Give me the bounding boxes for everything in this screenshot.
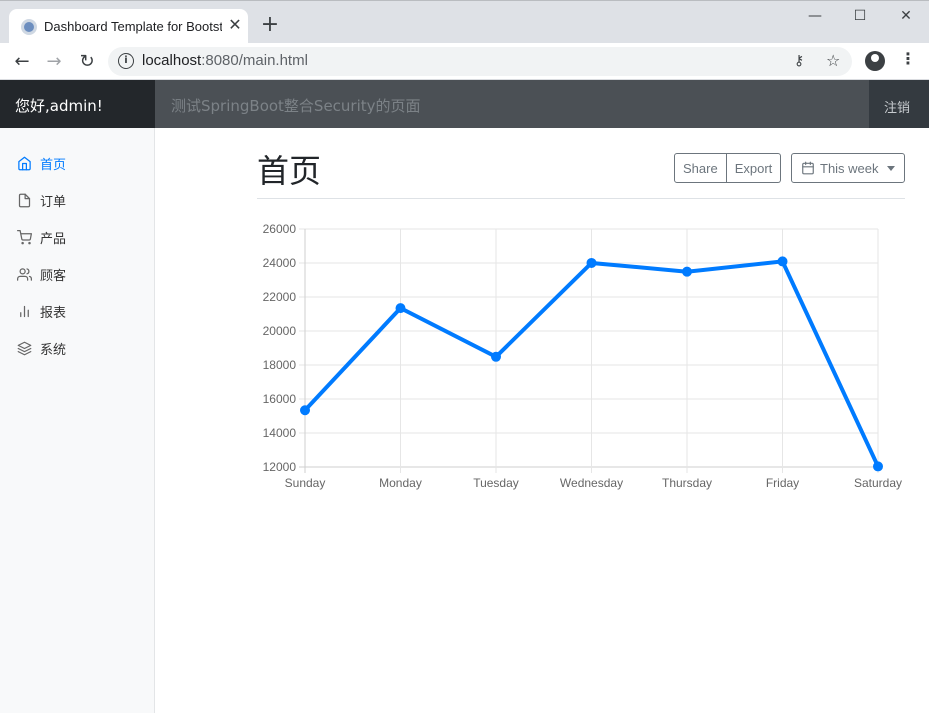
- data-point: [491, 351, 501, 362]
- sidebar-item-home[interactable]: 首页: [0, 145, 154, 182]
- x-tick-label: Wednesday: [560, 476, 623, 490]
- shopping-cart-icon: [17, 230, 32, 245]
- x-tick-label: Sunday: [285, 476, 326, 490]
- y-tick-label: 20000: [263, 324, 297, 338]
- app-navbar: 您好,admin! 测试SpringBoot整合Security的页面 注销: [0, 80, 929, 128]
- tab-title: Dashboard Template for Bootstrap: [44, 19, 222, 34]
- file-icon: [18, 193, 31, 208]
- reload-icon[interactable]: ↻: [75, 50, 99, 74]
- layers-icon: [17, 341, 32, 356]
- sidebar-item-label: 系统: [40, 343, 67, 358]
- sidebar-item-label: 首页: [40, 158, 67, 173]
- url-text[interactable]: localhost:8080/main.html: [142, 52, 308, 69]
- export-button[interactable]: Export: [726, 153, 782, 183]
- header-divider: [257, 198, 905, 199]
- signout-link[interactable]: 注销: [869, 80, 929, 128]
- line-chart: 12000 14000 16000 18000 20000 22000 24000 26000…: [263, 222, 902, 490]
- data-point: [873, 461, 883, 472]
- y-tick-label: 12000: [263, 460, 297, 474]
- url-path: :8080/main.html: [201, 52, 308, 69]
- sidebar-item-label: 产品: [40, 232, 67, 247]
- key-icon[interactable]: ⚷: [794, 53, 804, 69]
- x-tick-label: Saturday: [854, 476, 902, 490]
- sidebar-item-label: 顾客: [40, 269, 67, 284]
- this-week-label: This week: [820, 160, 879, 176]
- sidebar-item-orders[interactable]: 订单: [0, 182, 154, 219]
- x-tick-label: Monday: [379, 476, 422, 490]
- site-info-icon[interactable]: i: [118, 53, 134, 69]
- minimize-icon[interactable]: —: [805, 6, 825, 26]
- browser-tab[interactable]: Dashboard Template for Bootstrap ✕: [9, 9, 248, 44]
- chevron-down-icon: [886, 165, 895, 171]
- x-tick-label: Friday: [766, 476, 799, 490]
- bar-chart-icon: [20, 305, 29, 318]
- home-icon: [18, 156, 31, 171]
- star-icon[interactable]: ☆: [826, 51, 840, 70]
- new-tab-icon[interactable]: +: [258, 13, 282, 37]
- data-point: [777, 256, 788, 267]
- page-title: 首页: [257, 152, 322, 190]
- toolbar-button-group: Share Export: [674, 153, 782, 183]
- sidebar-item-customers[interactable]: 顾客: [0, 256, 154, 293]
- y-tick-label: 26000: [263, 222, 297, 236]
- sidebar: 首页 订单 产品 顾客 报表 系统: [0, 128, 155, 713]
- data-point: [395, 303, 406, 314]
- users-icon: [17, 268, 32, 281]
- sidebar-item-label: 订单: [40, 195, 67, 210]
- y-tick-label: 18000: [263, 358, 297, 372]
- this-week-dropdown[interactable]: This week: [791, 153, 905, 183]
- data-point: [300, 405, 310, 416]
- share-button[interactable]: Share: [674, 153, 727, 183]
- x-tick-label: Tuesday: [473, 476, 519, 490]
- maximize-icon[interactable]: ☐: [850, 6, 870, 26]
- browser-tabstrip: Dashboard Template for Bootstrap ✕ + — ☐…: [0, 0, 929, 44]
- search-input[interactable]: 测试SpringBoot整合Security的页面: [155, 80, 869, 128]
- browser-toolbar: ← → ↻ i localhost:8080/main.html ⚷ ☆ ⋮: [0, 43, 929, 80]
- data-point: [586, 257, 597, 268]
- y-tick-label: 16000: [263, 392, 297, 406]
- url-host: localhost: [142, 52, 202, 69]
- data-point: [682, 266, 692, 277]
- navbar-brand[interactable]: 您好,admin!: [0, 80, 155, 128]
- y-tick-label: 24000: [263, 256, 297, 270]
- favicon-icon: [21, 19, 37, 35]
- sidebar-item-label: 报表: [40, 306, 67, 321]
- x-tick-label: Thursday: [662, 476, 712, 490]
- address-bar[interactable]: i localhost:8080/main.html ⚷ ☆: [108, 47, 852, 76]
- close-window-icon[interactable]: ✕: [896, 6, 916, 26]
- close-tab-icon[interactable]: ✕: [225, 15, 245, 35]
- back-icon[interactable]: ←: [10, 50, 34, 74]
- menu-dots-icon[interactable]: ⋮: [900, 49, 916, 68]
- sidebar-item-reports[interactable]: 报表: [0, 293, 154, 330]
- y-tick-label: 22000: [263, 290, 297, 304]
- y-tick-label: 14000: [263, 426, 297, 440]
- sidebar-item-system[interactable]: 系统: [0, 330, 154, 367]
- forward-icon[interactable]: →: [42, 50, 66, 74]
- profile-icon[interactable]: [865, 51, 885, 71]
- calendar-icon: [802, 161, 814, 175]
- sidebar-item-products[interactable]: 产品: [0, 219, 154, 256]
